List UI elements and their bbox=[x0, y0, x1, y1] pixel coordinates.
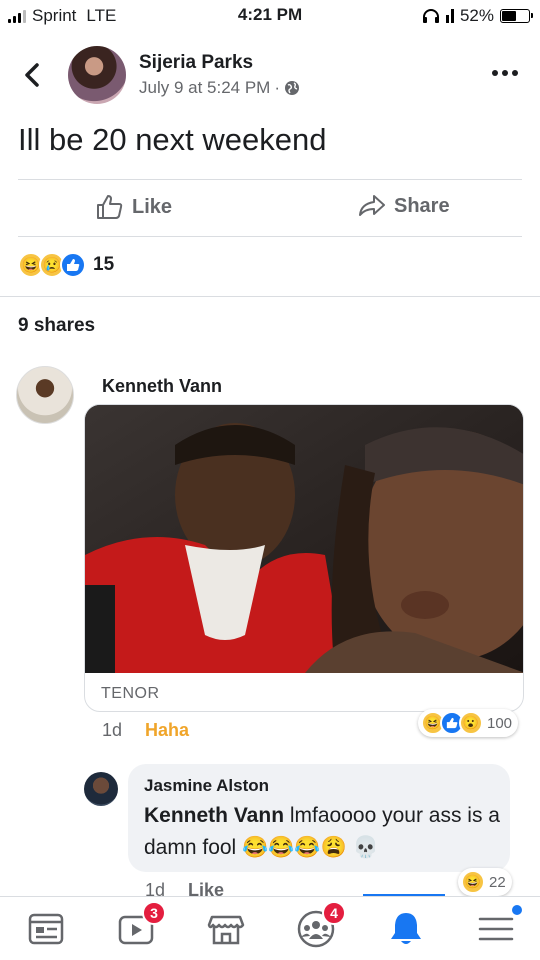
wow-icon: 😮 bbox=[459, 711, 483, 735]
divider bbox=[18, 236, 522, 237]
tab-watch[interactable]: 3 bbox=[116, 901, 166, 949]
laughing-emoji-icon: 😂 bbox=[294, 836, 321, 859]
groups-badge: 4 bbox=[322, 901, 346, 925]
tab-marketplace[interactable] bbox=[206, 909, 246, 949]
comment-mention[interactable]: Kenneth Vann bbox=[144, 804, 284, 827]
tab-groups[interactable]: 4 bbox=[296, 901, 346, 949]
comment-time: 1d bbox=[102, 720, 123, 740]
back-button[interactable] bbox=[18, 58, 48, 92]
comment-gif[interactable]: TENOR bbox=[84, 404, 524, 712]
comment-reactions[interactable]: 😆 😮 100 bbox=[418, 709, 519, 737]
thumbs-up-icon bbox=[97, 195, 123, 219]
commenter-avatar[interactable] bbox=[16, 366, 74, 424]
comment-reaction-label[interactable]: Haha bbox=[145, 720, 189, 741]
divider bbox=[0, 296, 540, 297]
comment-author[interactable]: Kenneth Vann bbox=[102, 376, 222, 397]
marketplace-icon bbox=[207, 915, 245, 945]
commenter-avatar[interactable] bbox=[84, 772, 118, 806]
post-header: Sijeria Parks July 9 at 5:24 PM · bbox=[0, 44, 540, 108]
laughing-emoji-icon: 😂 bbox=[268, 836, 295, 859]
comment-reactions[interactable]: 😆 22 bbox=[458, 868, 512, 896]
comment-reaction-count: 22 bbox=[489, 873, 506, 891]
meta-separator: · bbox=[274, 78, 281, 97]
gif-image bbox=[85, 405, 523, 673]
weary-emoji-icon: 😩 bbox=[320, 836, 347, 859]
skull-emoji-icon: 💀 bbox=[352, 836, 379, 859]
headphones-icon bbox=[422, 9, 439, 23]
like-icon bbox=[60, 252, 86, 278]
haha-icon: 😆 bbox=[461, 870, 485, 894]
menu-dot-badge bbox=[512, 905, 522, 915]
post-author[interactable]: Sijeria Parks bbox=[139, 52, 253, 74]
laughing-emoji-icon: 😂 bbox=[242, 836, 269, 859]
watch-badge: 3 bbox=[142, 901, 166, 925]
post-date[interactable]: July 9 at 5:24 PM bbox=[139, 78, 270, 98]
gif-source: TENOR bbox=[101, 685, 160, 702]
more-options-button[interactable] bbox=[492, 70, 518, 76]
post-meta: July 9 at 5:24 PM · bbox=[139, 78, 300, 98]
post-actions: Like Share bbox=[0, 184, 540, 232]
shares-count[interactable]: 9 shares bbox=[18, 315, 95, 337]
share-label: Share bbox=[394, 194, 450, 217]
comment-text: Kenneth Vann lmfaoooo your ass is a damn… bbox=[144, 800, 504, 864]
reaction-count: 15 bbox=[93, 254, 115, 275]
comment-author[interactable]: Jasmine Alston bbox=[144, 776, 269, 796]
chevron-left-icon bbox=[25, 63, 39, 87]
like-button[interactable]: Like bbox=[96, 194, 172, 220]
news-feed-icon bbox=[28, 913, 64, 945]
reaction-summary[interactable]: 😆 😢 15 bbox=[18, 252, 114, 278]
status-bar: Sprint LTE 4:21 PM 52% bbox=[0, 0, 540, 34]
comment-bubble: Jasmine Alston Kenneth Vann lmfaoooo you… bbox=[128, 764, 510, 872]
share-arrow-icon bbox=[359, 195, 385, 216]
menu-icon bbox=[478, 917, 514, 941]
comment-reaction-count: 100 bbox=[487, 714, 513, 732]
share-button[interactable]: Share bbox=[358, 194, 450, 218]
status-right: 52% bbox=[422, 6, 533, 26]
battery-percent: 52% bbox=[459, 6, 494, 25]
divider bbox=[18, 179, 522, 180]
tab-notifications[interactable] bbox=[386, 909, 426, 949]
tab-news-feed[interactable] bbox=[26, 909, 66, 949]
author-avatar[interactable] bbox=[68, 46, 126, 104]
tab-menu[interactable] bbox=[476, 905, 522, 949]
tab-bar: 3 4 bbox=[0, 896, 540, 960]
notifications-icon bbox=[391, 913, 421, 944]
battery-icon bbox=[500, 9, 533, 23]
signal-bars-icon bbox=[445, 9, 454, 23]
like-label: Like bbox=[132, 195, 173, 218]
globe-icon bbox=[285, 81, 300, 95]
post-text: Ill be 20 next weekend bbox=[18, 122, 327, 157]
